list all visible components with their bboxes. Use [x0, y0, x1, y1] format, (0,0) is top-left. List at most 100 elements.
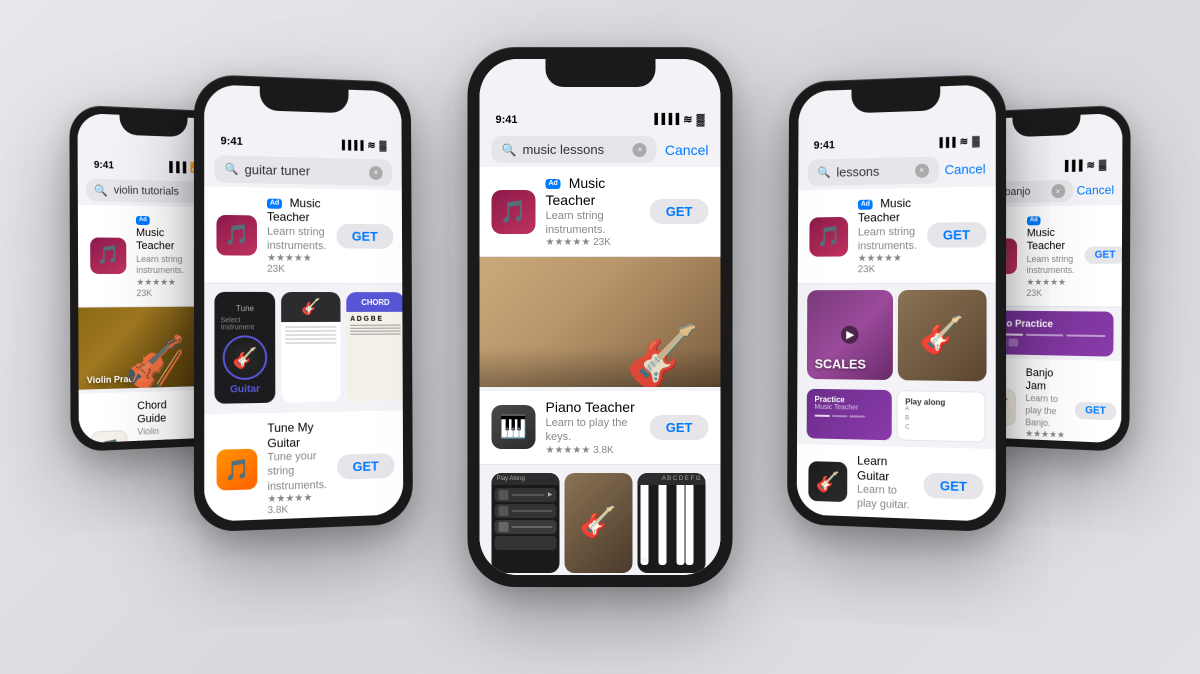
app-name-1-phone5: Music Teacher	[1027, 227, 1065, 252]
cancel-btn-4[interactable]: Cancel	[945, 161, 986, 177]
app-rating-1-phone3: ★★★★★ 23K	[546, 237, 640, 248]
guitar-hands-image	[480, 257, 721, 387]
app-info-1-phone3: Ad Music Teacher Learn string instrument…	[546, 175, 640, 248]
app-name-1-phone1: Music Teacher	[136, 227, 174, 252]
playalong-card: Play along A B C	[896, 391, 985, 443]
get-btn-2-phone3[interactable]: GET	[650, 415, 709, 440]
get-btn-2-phone2[interactable]: GET	[337, 453, 394, 480]
cancel-btn-3[interactable]: Cancel	[665, 142, 709, 158]
battery-4: ▓	[972, 136, 979, 147]
search-text-4: lessons	[836, 164, 879, 180]
piano-screenshots-row: Play Along ▶	[480, 465, 721, 575]
tuner-screen-1: Tune Select Instrument 🎸 Guitar	[214, 292, 275, 404]
battery-2: ▓	[379, 140, 386, 151]
app-result-1-phone3[interactable]: 🎵 Ad Music Teacher Learn string instrume…	[480, 167, 721, 257]
app-subtitle-1-phone5: Learn string instruments.	[1027, 253, 1075, 277]
practice-card: Practice Music Teacher	[807, 389, 892, 441]
search-icon-1: 🔍	[94, 183, 108, 196]
ad-badge-3: Ad	[546, 179, 561, 189]
get-btn-2-phone4[interactable]: GET	[924, 472, 984, 499]
status-time-4: 9:41	[814, 139, 835, 151]
app-subtitle-2-phone4: Learn to play guitar.	[857, 483, 914, 514]
status-icons-3: ▐▐▐▐ ≋ ▓	[651, 113, 705, 126]
search-icon-3: 🔍	[502, 143, 517, 157]
search-text-5: banjo	[1005, 186, 1031, 198]
app-rating-1-phone2: ★★★★★ 23K	[267, 253, 326, 275]
app-info-1-phone1: Ad Music Teacher Learn string instrument…	[136, 214, 184, 298]
scales-screenshots: SCALES 🎸	[797, 284, 995, 388]
search-icon-4: 🔍	[817, 166, 830, 179]
status-time-2: 9:41	[220, 135, 242, 148]
signal-icon-1: ▐▐▐	[166, 162, 187, 173]
guitar-natural-image: 🎸	[898, 290, 987, 382]
play-along-screen: Play Along ▶	[492, 473, 560, 573]
search-clear-3[interactable]: ×	[633, 143, 647, 157]
phone-right-screen: 9:41 ▐▐▐ ≋ ▓ 🔍 lessons × Cancel	[797, 84, 996, 522]
app-info-2-phone4: Learn Guitar Learn to play guitar.	[857, 454, 914, 514]
playalong-label: Play along	[905, 398, 976, 408]
app-result-2-phone3[interactable]: 🎹 Piano Teacher Learn to play the keys. …	[480, 391, 721, 464]
app-name-2-phone5: Banjo Jam	[1026, 367, 1066, 395]
app-subtitle-2-phone1: Violin instruction and tutorials.	[137, 425, 178, 443]
app-icon-music-4: 🎵	[809, 217, 848, 257]
get-btn-1-phone2[interactable]: GET	[336, 224, 393, 249]
app-result-1-phone4[interactable]: 🎵 Ad Music Teacher Learn string instrume…	[798, 186, 996, 284]
violin-practice-label-1: Violin Practic...	[87, 373, 152, 385]
status-icons-2: ▐▐▐▐ ≋ ▓	[339, 139, 387, 151]
app-result-2-phone2[interactable]: 🎵 Tune My Guitar Tune your string instru…	[204, 411, 403, 522]
app-name-2-phone2: Tune My Guitar	[267, 420, 327, 450]
wifi-3: ≋	[683, 113, 692, 126]
practice-app-name: Music Teacher	[814, 404, 883, 412]
app-subtitle-1-phone1: Learn string instruments.	[136, 253, 184, 276]
app-subtitle-2-phone2: Tune your string instruments.	[267, 449, 327, 494]
search-clear-5[interactable]: ×	[1051, 184, 1065, 198]
wifi-5: ≋	[1086, 160, 1094, 171]
app-result-2-phone4[interactable]: 🎸 Learn Guitar Learn to play guitar. GET	[797, 444, 996, 521]
phone-right: 9:41 ▐▐▐ ≋ ▓ 🔍 lessons × Cancel	[787, 74, 1006, 533]
guitar-playing-screen: 🎸	[565, 473, 633, 573]
wifi-2: ≋	[367, 140, 375, 151]
get-btn-2-phone5[interactable]: GET	[1075, 401, 1116, 420]
app-rating-2-phone5: ★★★★★ 3.8K	[1025, 429, 1065, 444]
app-subtitle-2-phone5: Learn to play the Banjo.	[1025, 393, 1065, 430]
piano-keys-screen: A B C D E F G	[638, 473, 706, 573]
tuner-screen-3: CHORD A D G B E	[346, 292, 403, 401]
tuner-sublabel-2: Select Instrument	[221, 317, 270, 331]
app-subtitle-1-phone3: Learn string instruments.	[546, 209, 640, 238]
cancel-btn-5[interactable]: Cancel	[1077, 183, 1114, 198]
app-icon-chord-1: 🎵	[91, 430, 128, 443]
app-icon-music-2: 🎵	[216, 215, 257, 256]
status-time-1: 9:41	[94, 160, 114, 172]
battery-5: ▓	[1099, 160, 1106, 171]
search-text-1: violin tutorials	[114, 184, 179, 197]
search-icon-2: 🔍	[225, 162, 239, 175]
notch-3	[545, 59, 655, 87]
status-icons-5: ▐▐▐ ≋ ▓	[1061, 160, 1106, 172]
get-btn-1-phone4[interactable]: GET	[927, 222, 986, 248]
app-name-2-phone3: Piano Teacher	[546, 399, 640, 416]
tuner-screenshots: Tune Select Instrument 🎸 Guitar 🎸	[204, 284, 403, 412]
app-icon-music-teacher-1: 🎵	[90, 237, 126, 274]
app-info-2-phone2: Tune My Guitar Tune your string instrume…	[267, 420, 327, 516]
app-result-1-phone2[interactable]: 🎵 Ad Music Teacher Learn string instrume…	[204, 186, 402, 284]
app-info-2-phone5: Banjo Jam Learn to play the Banjo. ★★★★★…	[1025, 367, 1065, 444]
search-text-3: music lessons	[522, 142, 604, 157]
practice-cards: Practice Music Teacher Play along A B C	[797, 385, 996, 449]
scales-label: SCALES	[815, 357, 866, 372]
search-clear-2[interactable]: ×	[369, 165, 383, 179]
ad-badge-5: Ad	[1027, 216, 1041, 225]
app-icon-piano-3: 🎹	[492, 405, 536, 449]
app-icon-music-3: 🎵	[492, 190, 536, 234]
app-rating-2-phone2: ★★★★★ 3.8K	[267, 492, 327, 516]
ad-badge-4: Ad	[858, 199, 873, 210]
app-name-2-phone4: Learn Guitar	[857, 454, 914, 485]
app-rating-1-phone1: ★★★★★ 23K	[136, 277, 184, 298]
app-icon-tune: 🎵	[217, 449, 258, 491]
app-info-1-phone5: Ad Music Teacher Learn string instrument…	[1026, 214, 1075, 298]
get-btn-1-phone5[interactable]: GET	[1085, 247, 1123, 264]
get-btn-1-phone3[interactable]: GET	[650, 199, 709, 224]
tuner-label-2: Tune	[236, 304, 254, 313]
scales-image: SCALES	[807, 290, 893, 380]
search-clear-4[interactable]: ×	[915, 163, 929, 177]
tuner-note-2: Guitar	[230, 384, 260, 396]
